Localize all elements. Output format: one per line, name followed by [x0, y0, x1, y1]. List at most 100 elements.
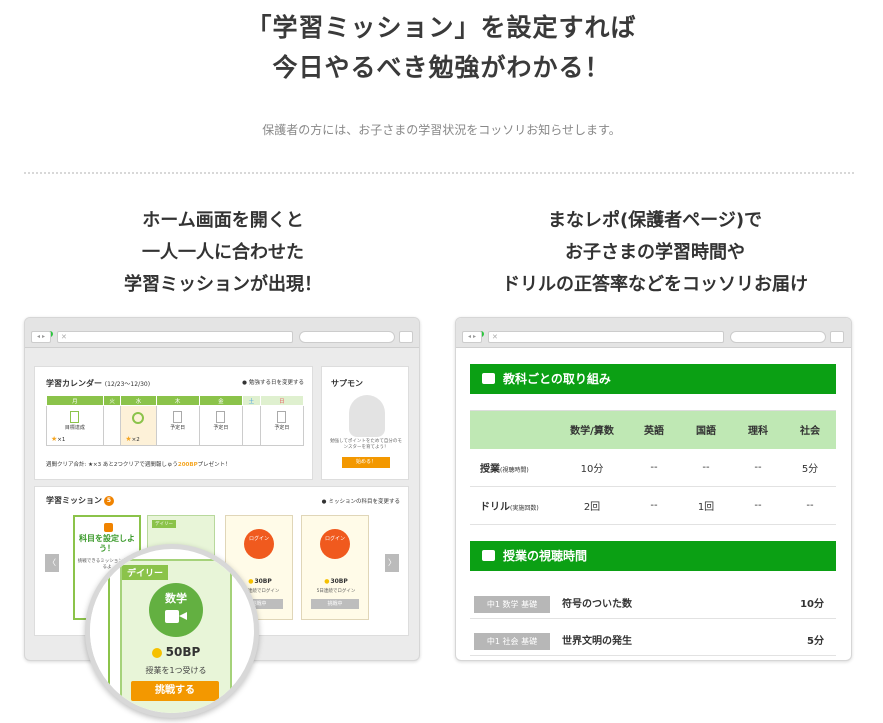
lesson-course-tag: 中1 数学 基礎	[474, 596, 550, 613]
challenging-button[interactable]: 挑戦中	[311, 599, 359, 609]
day-thu: 木	[155, 395, 200, 406]
sapumon-description: 勉強してポイントをためて自分のモンスターを育てよう！	[330, 439, 402, 450]
circle-check-icon	[132, 412, 145, 424]
sapumon-title: サプモン	[331, 379, 363, 388]
plan-doc-icon	[216, 411, 226, 423]
back-forward-icon: ◂ ▸	[462, 331, 482, 343]
right-heading-line-1: まなレポ(保護者ページ)で	[547, 210, 763, 231]
carousel-next-button[interactable]: 〉	[385, 554, 399, 572]
headline-line-1: 「学習ミッション」を設定すれば	[246, 13, 637, 42]
calendar-cell-sun: 予定日	[259, 405, 305, 446]
calendar-cell-tue	[102, 405, 122, 446]
lesson-course-tag: 中1 社会 基礎	[474, 633, 550, 650]
subtitle: 保護者の方には、お子さまの学習状況をコッソリお知らせします。	[262, 123, 621, 137]
back-forward-icon: ◂ ▸	[31, 331, 51, 343]
day-tue: 火	[102, 395, 122, 406]
table-cell: 10分	[556, 448, 628, 487]
menu-icon	[830, 331, 844, 343]
day-sat: 土	[242, 395, 261, 406]
star-icon: ★×1	[51, 435, 66, 443]
table-cell: 5分	[784, 448, 836, 487]
calendar-cell-mon: 目標達成 ★×1	[46, 405, 104, 446]
row-label-lesson: 授業(視聴時間)	[470, 448, 556, 487]
table-cell: --	[732, 486, 784, 525]
change-mission-subject-link[interactable]: ミッションの科目を変更する	[322, 497, 400, 505]
mission-desc: 授業を1つ受ける	[145, 666, 207, 675]
table-header-math: 数学/算数	[556, 410, 628, 449]
mission-desc: 5日連続でログイン	[316, 589, 356, 594]
login-mission-card-5day[interactable]: ログイン 30BP 5日連続でログイン 挑戦中	[301, 515, 369, 620]
search-bar	[730, 331, 826, 343]
calendar-title: 学習カレンダー (12/23〜12/30)	[46, 379, 151, 388]
goal-icon	[70, 411, 80, 423]
left-column-heading: ホーム画面を開くと 一人一人に合わせた 学習ミッションが出現！	[23, 205, 423, 301]
mission-bp: 30BP	[302, 578, 370, 585]
headline-line-2: 今日やるべき勉強がわかる！	[272, 53, 611, 82]
calendar-cell-fri: 予定日	[198, 405, 244, 446]
search-bar	[299, 331, 395, 343]
main-headline: 「学習ミッション」を設定すれば 今日やるべき勉強がわかる！	[0, 8, 883, 88]
book-icon	[482, 373, 495, 384]
table-row: ドリル(実施回数) 2回 -- 1回 -- --	[470, 486, 836, 525]
menu-icon	[399, 331, 413, 343]
plan-doc-icon	[173, 411, 183, 423]
dotted-divider	[24, 172, 854, 174]
table-cell: --	[784, 486, 836, 525]
login-calendar-icon: ログイン	[320, 529, 350, 559]
right-heading-line-3: ドリルの正答率などをコッソリお届け	[502, 274, 808, 295]
star-icon: ★×2	[125, 435, 140, 443]
mission-title: 学習ミッション 5	[46, 495, 114, 506]
row-label-drill: ドリル(実施回数)	[470, 486, 556, 525]
right-heading-line-2: お子さまの学習時間や	[565, 242, 745, 263]
day-fri: 金	[198, 395, 244, 406]
table-header-english: 英語	[628, 410, 680, 449]
day-wed: 水	[120, 395, 157, 406]
challenge-button[interactable]: 挑戦する	[131, 681, 219, 701]
plan-label: 予定日	[170, 425, 186, 431]
sapumon-start-button[interactable]: 始める！	[342, 457, 390, 468]
table-header-science: 理科	[732, 410, 784, 449]
browser-chrome: ◂ ▸ ✕	[25, 318, 419, 348]
lesson-name: 符号のついた数	[562, 599, 632, 610]
magnifier-zoom: デイリー 数学 50BP 授業を1つ受ける 挑戦する	[85, 544, 259, 718]
list-item[interactable]: 中1 社会 基礎 世界文明の発生 5分	[470, 627, 836, 656]
url-bar: ✕	[57, 331, 293, 343]
day-mon: 月	[46, 395, 104, 406]
left-heading-line-1: ホーム画面を開くと	[142, 210, 304, 231]
calendar-table: 月 火 水 木 金 土 日 目標達成 ★×1 ★×2 予定日 予定日 予定日	[46, 395, 305, 446]
calendar-cell-wed: ★×2	[120, 405, 157, 446]
calendar-cell-sat	[242, 405, 261, 446]
learning-calendar-panel: 学習カレンダー (12/23〜12/30) 勉強する日を変更する 月 火 水 木…	[34, 366, 313, 480]
play-video-icon	[482, 550, 495, 561]
table-cell: 2回	[556, 486, 628, 525]
right-column-heading: まなレポ(保護者ページ)で お子さまの学習時間や ドリルの正答率などをコッソリお…	[455, 205, 855, 301]
lesson-name: 世界文明の発生	[562, 636, 632, 647]
subject-label: 数学	[165, 592, 187, 605]
flag-icon	[104, 523, 113, 532]
calendar-cell-thu: 予定日	[155, 405, 200, 446]
daily-tag: デイリー	[152, 520, 176, 528]
carousel-prev-button[interactable]: 〈	[45, 554, 59, 572]
table-row: 授業(視聴時間) 10分 -- -- -- 5分	[470, 448, 836, 487]
mission-bp: 50BP	[122, 645, 230, 659]
change-study-days-link[interactable]: 勉強する日を変更する	[242, 378, 304, 386]
lesson-time: 5分	[807, 636, 824, 647]
browser-chrome: ◂ ▸ ✕	[456, 318, 851, 348]
list-item[interactable]: 中1 数学 基礎 符号のついた数 10分	[470, 590, 836, 619]
monster-silhouette-icon	[349, 395, 385, 437]
coin-icon	[151, 647, 162, 658]
day-sun: 日	[259, 395, 305, 406]
mission-count-badge: 5	[104, 495, 114, 506]
subject-progress-table: 数学/算数 英語 国語 理科 社会 授業(視聴時間) 10分 -- -- -- …	[470, 410, 836, 525]
left-heading-line-3: 学習ミッションが出現！	[124, 274, 322, 295]
login-calendar-icon: ログイン	[244, 529, 274, 559]
math-video-icon: 数学	[149, 583, 203, 637]
subject-progress-header: 教科ごとの取り組み	[470, 364, 836, 394]
sapumon-panel: サプモン 勉強してポイントをためて自分のモンスターを育てよう！ 始める！	[321, 366, 409, 480]
table-cell: --	[628, 448, 680, 487]
video-camera-icon	[165, 610, 187, 623]
table-cell: --	[732, 448, 784, 487]
plan-label: 予定日	[213, 425, 229, 431]
zoomed-daily-mission-card[interactable]: デイリー 数学 50BP 授業を1つ受ける 挑戦する	[120, 559, 232, 713]
weekly-clear-summary: 週間クリア合計: ★×3 あと2つクリアで週間報しゅう200BPプレゼント！	[46, 462, 231, 468]
